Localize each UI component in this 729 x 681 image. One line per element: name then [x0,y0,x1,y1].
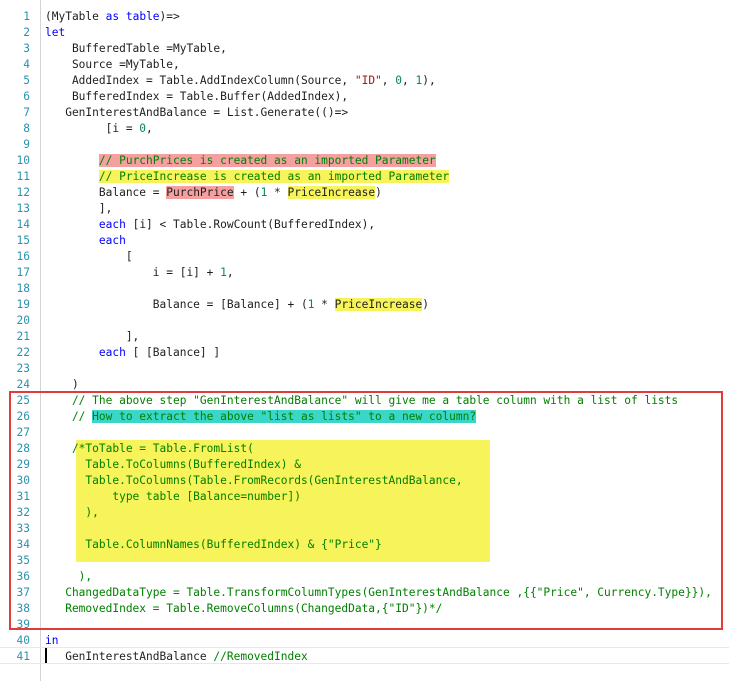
line-number: 16 [16,250,30,263]
line-number: 40 [16,634,30,647]
line-number: 11 [16,170,30,183]
line-number: 6 [23,90,30,103]
line-number: 7 [23,106,30,119]
code-editor[interactable]: 1 (MyTable as table)=> 2 let 3 BufferedTab… [0,0,729,681]
code-text: ], [45,330,140,343]
code-line[interactable]: 2 let [0,25,729,41]
code-text: Balance = [Balance] + (1 * PriceIncrease… [45,298,429,311]
code-line[interactable]: 9 [0,137,729,153]
text-cursor [45,648,47,663]
annotation-box [9,391,723,630]
line-number: 22 [16,346,30,359]
code-text: // PurchPrices is created as an imported… [45,153,436,169]
code-text: each [45,234,126,247]
code-text: GenInterestAndBalance //RemovedIndex [45,650,308,663]
code-line[interactable]: 6 BufferedIndex = Table.Buffer(AddedInde… [0,89,729,105]
code-line[interactable]: 23 [0,361,729,377]
code-text: [ [45,250,133,263]
line-number: 10 [16,154,30,167]
code-line[interactable]: 40 in [0,633,729,649]
code-line[interactable]: 4 Source =MyTable, [0,57,729,73]
code-line[interactable]: 19 Balance = [Balance] + (1 * PriceIncre… [0,297,729,313]
code-line[interactable]: 15 each [0,233,729,249]
code-line[interactable]: 21 ], [0,329,729,345]
comment-highlight-yellow: // PriceIncrease is created as an import… [98,170,450,183]
line-number: 12 [16,186,30,199]
code-text: i = [i] + 1, [45,266,234,279]
code-text: BufferedIndex = Table.Buffer(AddedIndex)… [45,90,349,103]
code-text: let [45,26,66,39]
code-line[interactable]: 16 [ [0,249,729,265]
line-number: 17 [16,266,30,279]
code-text: // PriceIncrease is created as an import… [45,169,450,185]
line-number: 41 [16,650,30,663]
code-text: in [45,634,59,647]
code-line[interactable]: 41 GenInterestAndBalance //RemovedIndex [0,649,729,665]
line-number: 15 [16,234,30,247]
code-line[interactable]: 1 (MyTable as table)=> [0,9,729,25]
code-text: GenInterestAndBalance = List.Generate(()… [45,106,349,119]
code-line[interactable]: 7 GenInterestAndBalance = List.Generate(… [0,105,729,121]
code-line[interactable]: 10 // PurchPrices is created as an impor… [0,153,729,169]
code-line[interactable]: 14 each [i] < Table.RowCount(BufferedInd… [0,217,729,233]
code-line[interactable]: 11 // PriceIncrease is created as an imp… [0,169,729,185]
code-text: [i = 0, [45,122,153,135]
code-text: AddedIndex = Table.AddIndexColumn(Source… [45,74,436,87]
code-line[interactable]: 3 BufferedTable =MyTable, [0,41,729,57]
code-text: (MyTable as table)=> [45,10,180,23]
code-line[interactable]: 17 i = [i] + 1, [0,265,729,281]
line-number: 14 [16,218,30,231]
line-number: 13 [16,202,30,215]
code-line[interactable]: 12 Balance = PurchPrice + (1 * PriceIncr… [0,185,729,201]
comment-highlight-red: // PurchPrices is created as an imported… [98,154,436,167]
line-number: 1 [23,10,30,23]
line-number: 8 [23,122,30,135]
code-line[interactable]: 18 [0,281,729,297]
line-number: 9 [23,138,30,151]
code-line[interactable]: 13 ], [0,201,729,217]
line-number: 18 [16,282,30,295]
line-number: 21 [16,330,30,343]
line-number: 3 [23,42,30,55]
code-text: BufferedTable =MyTable, [45,42,227,55]
line-number: 23 [16,362,30,375]
line-number: 5 [23,74,30,87]
code-line[interactable]: 5 AddedIndex = Table.AddIndexColumn(Sour… [0,73,729,89]
code-text: ], [45,202,113,215]
line-number: 20 [16,314,30,327]
code-line[interactable]: 8 [i = 0, [0,121,729,137]
line-number: 19 [16,298,30,311]
code-text: Balance = PurchPrice + (1 * PriceIncreas… [45,186,382,199]
line-number: 2 [23,26,30,39]
code-line[interactable]: 22 each [ [Balance] ] [0,345,729,361]
code-line[interactable]: 20 [0,313,729,329]
code-text: each [ [Balance] ] [98,346,221,359]
line-number: 4 [23,58,30,71]
code-text: Source =MyTable, [45,58,180,71]
code-text: each [i] < Table.RowCount(BufferedIndex)… [98,218,376,231]
